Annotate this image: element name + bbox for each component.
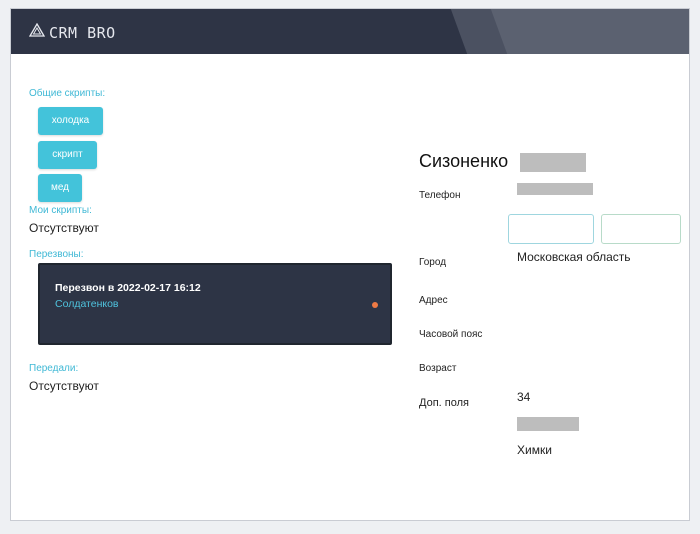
client-surname: Сизоненко: [419, 151, 509, 171]
header-decoration-light: [490, 9, 689, 54]
status-dot-icon: [372, 302, 378, 308]
script-chip-skript[interactable]: скрипт: [38, 141, 97, 169]
phone-input-2[interactable]: [601, 214, 681, 244]
callback-card[interactable]: Перезвон в 2022-02-17 16:12 Солдатенков: [38, 263, 392, 345]
extra-city-value: Химки: [517, 443, 552, 457]
callback-manager-link[interactable]: Солдатенков: [55, 298, 119, 310]
address-label: Адрес: [419, 295, 448, 306]
logo[interactable]: CRM BRO: [28, 22, 116, 42]
redacted-phone: [517, 183, 593, 195]
app-header: CRM BRO: [11, 9, 689, 54]
redacted-extra: [517, 417, 579, 431]
age-value: 34: [517, 390, 531, 404]
my-scripts-value: Отсутствуют: [29, 221, 99, 235]
common-scripts-label: Общие скрипты:: [29, 88, 106, 99]
script-chip-med[interactable]: мед: [38, 174, 82, 202]
logo-icon: [28, 22, 46, 42]
timezone-label: Часовой пояс: [419, 329, 483, 340]
crm-window: CRM BRO Общие скрипты: холодка скрипт ме…: [10, 8, 690, 521]
city-label: Город: [419, 257, 447, 268]
callback-title: Перезвон в 2022-02-17 16:12: [55, 282, 201, 294]
logo-text: CRM BRO: [49, 23, 116, 42]
age-label: Возраст: [419, 363, 457, 374]
my-scripts-label: Мои скрипты:: [29, 205, 92, 216]
redacted-name: [520, 153, 586, 172]
callbacks-label: Перезвоны:: [29, 249, 84, 260]
transferred-value: Отсутствуют: [29, 379, 99, 393]
city-value: Московская область: [517, 250, 631, 264]
phone-input-1[interactable]: [508, 214, 594, 244]
extra-fields-label: Доп. поля: [419, 397, 469, 409]
phone-label: Телефон: [419, 190, 461, 201]
transferred-label: Передали:: [29, 363, 79, 374]
script-chip-kholodka[interactable]: холодка: [38, 107, 103, 135]
